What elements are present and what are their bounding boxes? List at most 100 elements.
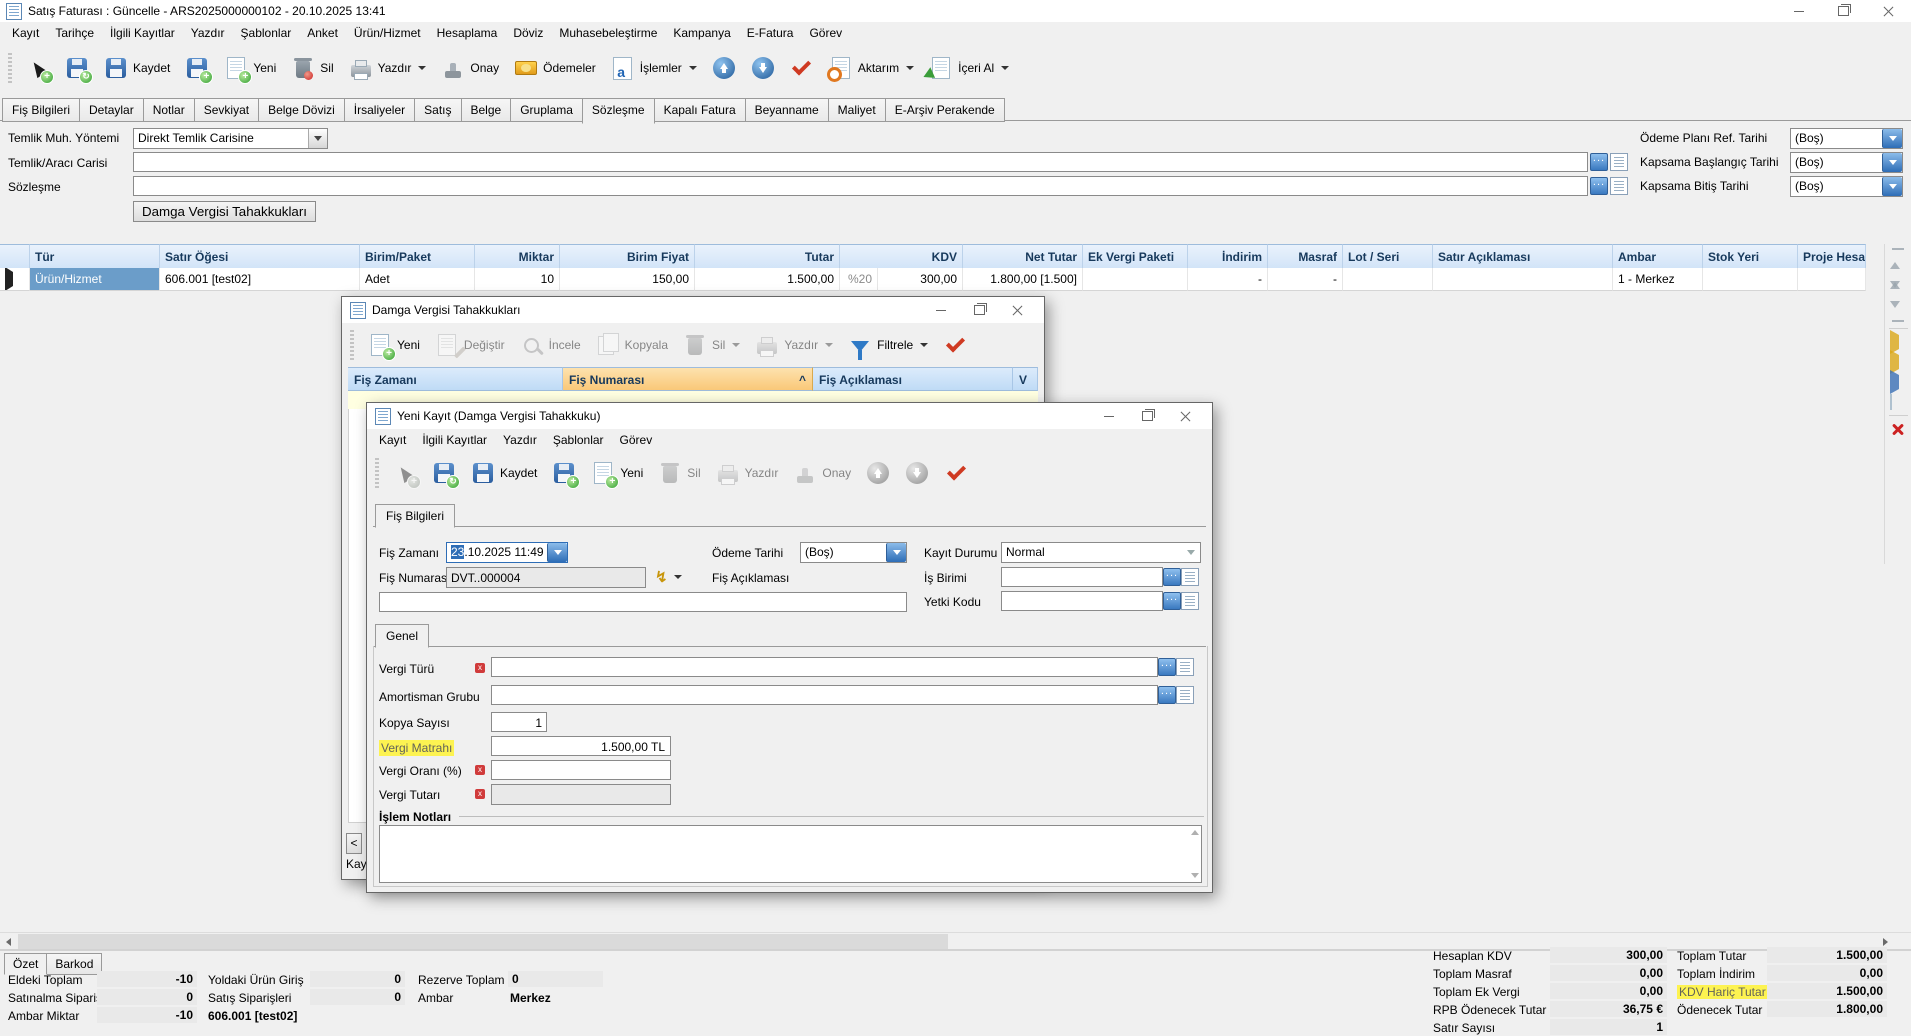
fis-zamani-dropdown[interactable] <box>547 543 567 562</box>
menu-ilgili-kayitlar[interactable]: İlgili Kayıtlar <box>414 430 495 450</box>
menu-sablonlar[interactable]: Şablonlar <box>233 23 300 43</box>
grid-header-tur[interactable]: Tür <box>30 244 160 269</box>
tab-detaylar[interactable]: Detaylar <box>79 98 144 122</box>
tab-earsiv-perakende[interactable]: E-Arşiv Perakende <box>885 98 1005 122</box>
save-button[interactable]: Kaydet <box>99 53 175 83</box>
list-copy-button[interactable]: Kopyala <box>591 330 673 360</box>
scroll-up-icon[interactable] <box>1191 830 1199 835</box>
approve-button[interactable]: Onay <box>788 458 856 488</box>
cell-lot-seri[interactable] <box>1343 268 1433 291</box>
grid-header-miktar[interactable]: Miktar <box>475 244 560 269</box>
kapsama-bitis-dropdown[interactable] <box>1882 177 1902 196</box>
list-print-button[interactable]: Yazdır <box>750 330 838 360</box>
save-refresh-button[interactable] <box>427 458 461 488</box>
kapsama-bitis-combo[interactable]: (Boş) <box>1790 176 1903 197</box>
menu-yazdir[interactable]: Yazdır <box>183 23 233 43</box>
tab-belge[interactable]: Belge <box>461 98 512 122</box>
select-add-button[interactable] <box>388 458 422 488</box>
scroll-down-icon[interactable] <box>1191 873 1199 878</box>
list-edit-button[interactable]: Değiştir <box>430 330 510 360</box>
kayit-durumu-dropdown[interactable] <box>1182 543 1200 562</box>
grid-header-birim-fiyat[interactable]: Birim Fiyat <box>560 244 695 269</box>
yetki-kodu-lookup-icon[interactable] <box>1163 592 1181 610</box>
odeme-tarihi-dropdown[interactable] <box>886 543 906 562</box>
new-button[interactable]: Yeni <box>219 53 281 83</box>
cell-proje[interactable] <box>1798 268 1866 291</box>
grid-header-ek-vergi[interactable]: Ek Vergi Paketi <box>1083 244 1188 269</box>
grid-header-stok-yeri[interactable]: Stok Yeri <box>1703 244 1798 269</box>
cell-miktar[interactable]: 10 <box>475 268 560 291</box>
cell-birim-fiyat[interactable]: 150,00 <box>560 268 695 291</box>
menu-gorev[interactable]: Görev <box>612 430 661 450</box>
move-bottom-button[interactable] <box>1890 308 1906 322</box>
is-birimi-list-icon[interactable] <box>1181 568 1199 586</box>
delete-line-button[interactable] <box>1891 422 1905 436</box>
tab-barkod[interactable]: Barkod <box>46 953 102 975</box>
grid-header-satir-ogesi[interactable]: Satır Öğesi <box>160 244 360 269</box>
tab-sevkiyat[interactable]: Sevkiyat <box>194 98 259 122</box>
move-down-button[interactable] <box>1890 288 1906 302</box>
cell-kdv[interactable]: 300,00 <box>878 268 963 291</box>
odeme-plani-dropdown[interactable] <box>1882 129 1902 148</box>
tab-gruplama[interactable]: Gruplama <box>510 98 583 122</box>
number-template-caret-icon[interactable] <box>674 575 682 579</box>
grid-header-kdv[interactable]: KDV <box>840 244 963 269</box>
cell-tur[interactable]: Ürün/Hizmet <box>30 268 160 291</box>
scroll-left-button[interactable] <box>0 934 17 949</box>
kayit-durumu-combo[interactable]: Normal <box>1001 542 1201 563</box>
grid-header-tutar[interactable]: Tutar <box>695 244 840 269</box>
tab-fis-bilgileri[interactable]: Fiş Bilgileri <box>2 98 80 122</box>
fis-aciklamasi-input[interactable] <box>379 592 907 612</box>
cell-ambar[interactable]: 1 - Merkez <box>1613 268 1703 291</box>
list-delete-button[interactable]: Sil <box>678 330 745 360</box>
minimize-button[interactable] <box>922 298 960 322</box>
menu-urun-hizmet[interactable]: Ürün/Hizmet <box>346 23 429 43</box>
list-header-fis-aciklamasi[interactable]: Fiş Açıklaması <box>813 367 1013 391</box>
confirm-button[interactable] <box>785 53 819 83</box>
vergi-turu-lookup-icon[interactable] <box>1158 658 1176 676</box>
cell-ek-vergi[interactable] <box>1083 268 1188 291</box>
scrollbar-thumb[interactable] <box>18 934 948 949</box>
vergi-orani-input[interactable] <box>491 760 671 780</box>
select-add-button[interactable] <box>21 53 55 83</box>
minimize-button[interactable] <box>1090 404 1128 428</box>
menu-muhasebelestirme[interactable]: Muhasebeleştirme <box>551 23 665 43</box>
delete-button[interactable]: Sil <box>653 458 705 488</box>
temlik-carisi-input[interactable] <box>133 152 1588 172</box>
odeme-plani-combo[interactable]: (Boş) <box>1790 128 1903 149</box>
is-birimi-input[interactable] <box>1001 567 1163 587</box>
maximize-button[interactable] <box>960 298 998 322</box>
import-button[interactable]: İçeri Al <box>924 53 1014 83</box>
temlik-carisi-list-icon[interactable] <box>1610 153 1628 171</box>
temlik-yontemi-dropdown[interactable] <box>308 129 327 148</box>
cell-satir-aciklamasi[interactable] <box>1433 268 1613 291</box>
paste-line-button[interactable] <box>1890 395 1906 409</box>
vergi-tutari-input[interactable] <box>491 784 671 805</box>
grid-header-indirim[interactable]: İndirim <box>1188 244 1268 269</box>
cell-birim-paket[interactable]: Adet <box>360 268 475 291</box>
sozlesme-lookup-icon[interactable] <box>1590 177 1608 195</box>
move-top-button[interactable] <box>1890 248 1906 262</box>
add-detail-line-button[interactable] <box>1890 375 1906 389</box>
tab-beyanname[interactable]: Beyanname <box>745 98 829 122</box>
tab-kapali-fatura[interactable]: Kapalı Fatura <box>654 98 746 122</box>
cell-satir-ogesi[interactable]: 606.001 [test02] <box>160 268 360 291</box>
list-filter-button[interactable]: Filtrele <box>843 330 933 360</box>
new-record-tab-fis-bilgileri[interactable]: Fiş Bilgileri <box>375 504 455 528</box>
restore-button[interactable] <box>1821 0 1866 22</box>
list-new-button[interactable]: Yeni <box>363 330 425 360</box>
list-confirm-button[interactable] <box>938 330 972 360</box>
payments-button[interactable]: Ödemeler <box>509 53 601 83</box>
tab-ozet[interactable]: Özet <box>4 953 47 975</box>
cell-indirim[interactable]: - <box>1188 268 1268 291</box>
print-button[interactable]: Yazdır <box>344 53 432 83</box>
yetki-kodu-list-icon[interactable] <box>1181 592 1199 610</box>
row-selector-cell[interactable] <box>0 268 30 291</box>
menu-yazdir[interactable]: Yazdır <box>495 430 545 450</box>
menu-kampanya[interactable]: Kampanya <box>665 23 738 43</box>
cell-stok-yeri[interactable] <box>1703 268 1798 291</box>
list-header-fis-zamani[interactable]: Fiş Zamanı <box>348 367 563 391</box>
grid-data-row[interactable]: Ürün/Hizmet 606.001 [test02] Adet 10 150… <box>0 268 1884 291</box>
tab-satis[interactable]: Satış <box>414 98 461 122</box>
save-button[interactable]: Kaydet <box>466 458 542 488</box>
